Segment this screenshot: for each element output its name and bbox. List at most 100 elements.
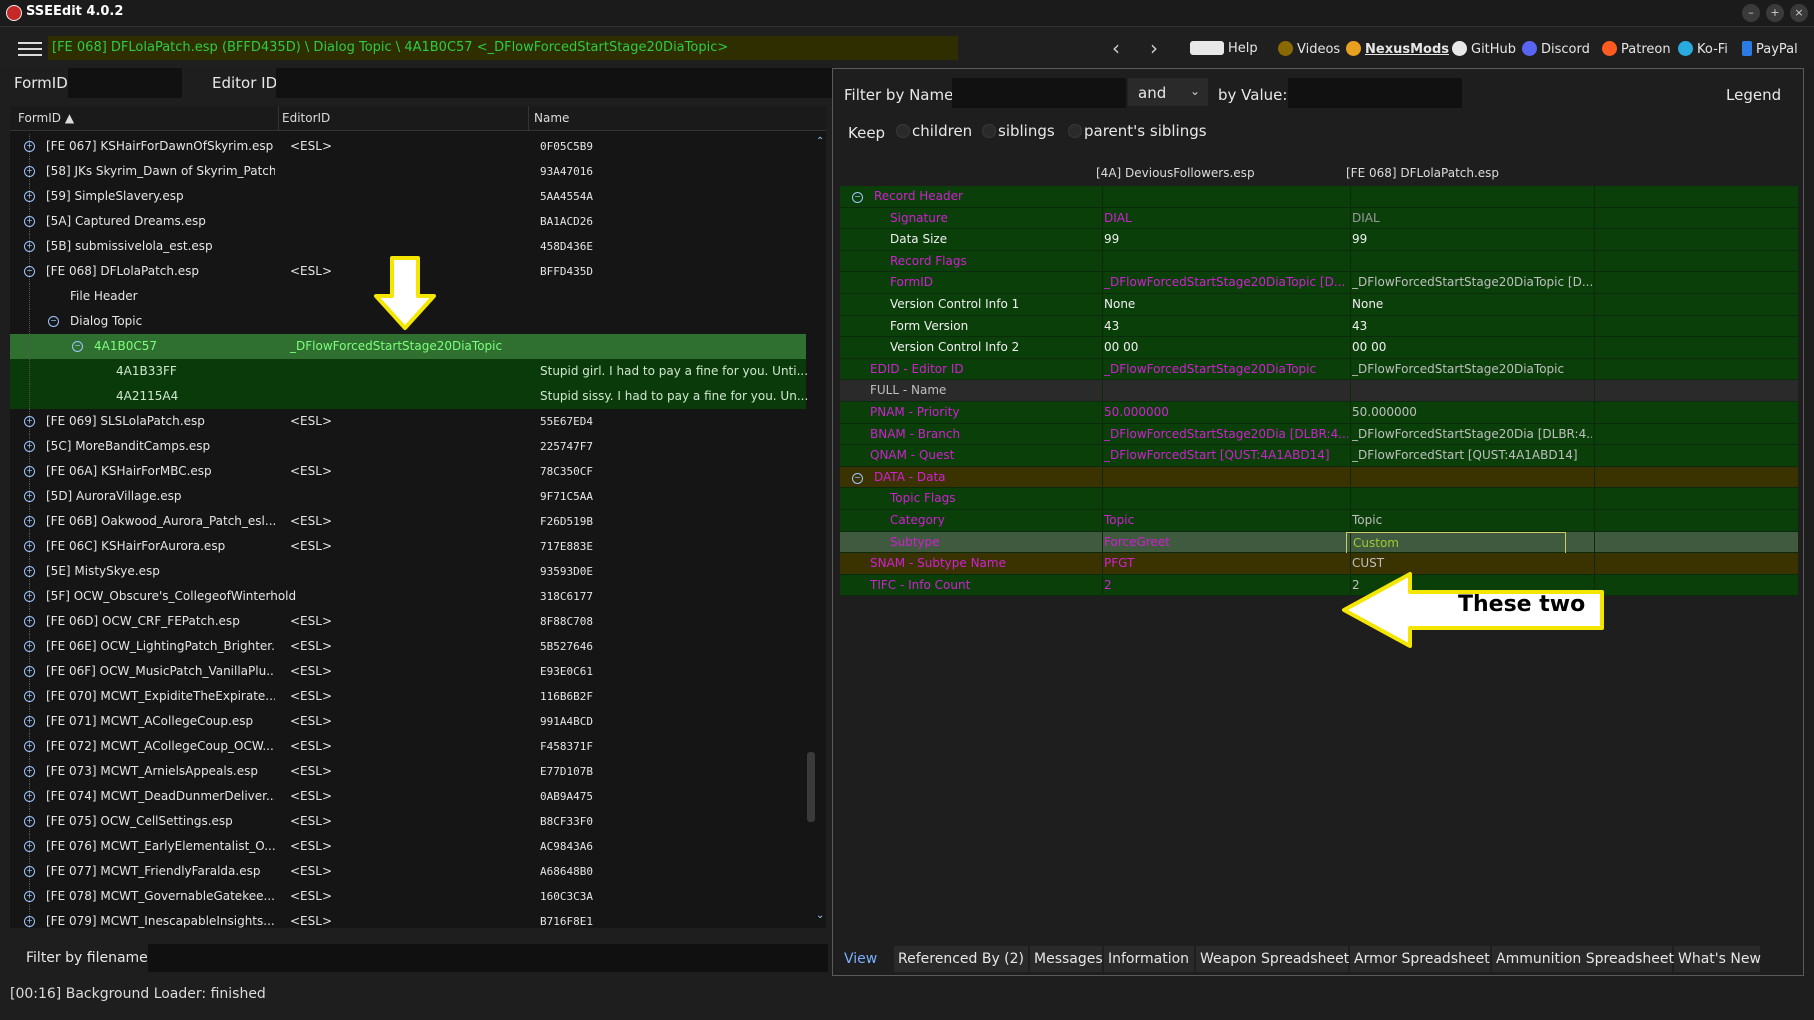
col-name-header[interactable]: Name — [534, 111, 569, 125]
tab-whats-new[interactable]: What's New — [1674, 946, 1761, 972]
tree-row-selected[interactable]: −4A1B0C57 _DFlowForcedStartStage20DiaTopi… — [10, 334, 806, 359]
tab-messages[interactable]: Messages — [1030, 946, 1103, 972]
minimize-button[interactable]: – — [1742, 4, 1760, 22]
tree-row[interactable]: + [FE 070] MCWT_ExpiditeTheExpirate.... <E… — [10, 684, 806, 709]
expand-icon[interactable]: + — [24, 166, 35, 177]
record-row[interactable]: Version Control Info 1 None None — [840, 294, 1798, 316]
record-grid[interactable]: [4A] DeviousFollowers.esp [FE 068] DFLol… — [840, 160, 1798, 942]
record-row[interactable]: SNAM - Subtype Name PFGT CUST — [840, 553, 1798, 575]
help-link[interactable]: Help — [1190, 41, 1258, 56]
hamburger-menu-icon[interactable] — [18, 42, 42, 58]
record-row[interactable]: Category Topic Topic — [840, 510, 1798, 532]
patreon-link[interactable]: Patreon — [1602, 41, 1671, 57]
tree-row[interactable]: + [FE 06B] Oakwood_Aurora_Patch_esl... <ES… — [10, 509, 806, 534]
tree-row[interactable]: + [FE 06E] OCW_LightingPatch_Brighter... <… — [10, 634, 806, 659]
tree-row[interactable]: + [5E] MistySkye.esp 93593D0E — [10, 559, 806, 584]
collapse-icon[interactable]: − — [48, 316, 59, 327]
expand-icon[interactable]: + — [24, 591, 35, 602]
col-dflolapatch-header[interactable]: [FE 068] DFLolaPatch.esp — [1346, 166, 1499, 180]
record-row[interactable]: Record Flags — [840, 250, 1798, 273]
tab-armor-spreadsheet[interactable]: Armor Spreadsheet — [1350, 946, 1490, 972]
editorid-input[interactable] — [276, 68, 834, 98]
expand-icon[interactable]: + — [24, 616, 35, 627]
legend-button[interactable]: Legend — [1726, 86, 1781, 104]
expand-icon[interactable]: + — [24, 841, 35, 852]
back-arrow-icon[interactable]: ‹ — [1112, 36, 1120, 60]
tree-row[interactable]: + [FE 067] KSHairForDawnOfSkyrim.esp <ESL>… — [10, 134, 806, 159]
tree-row[interactable]: + [5C] MoreBanditCamps.esp 225747F7 — [10, 434, 806, 459]
tree-row[interactable]: + [FE 071] MCWT_ACollegeCoup.esp <ESL> 991A… — [10, 709, 806, 734]
expand-icon[interactable]: + — [24, 541, 35, 552]
filter-by-name-input[interactable] — [952, 78, 1126, 108]
scroll-down-icon[interactable]: ⌄ — [816, 910, 824, 921]
expand-icon[interactable]: + — [24, 641, 35, 652]
tree-row[interactable]: + [FE 078] MCWT_GovernableGatekee... <ESL>… — [10, 884, 806, 909]
expand-icon[interactable]: + — [24, 766, 35, 777]
expand-icon[interactable]: + — [24, 791, 35, 802]
tree-row[interactable]: + [FE 06D] OCW_CRF_FEPatch.esp <ESL> 8F88C7… — [10, 609, 806, 634]
record-row[interactable]: QNAM - Quest _DFlowForcedStart [QUST:4A1A… — [840, 445, 1798, 467]
record-row[interactable]: EDID - Editor ID _DFlowForcedStartStage20… — [840, 358, 1798, 381]
collapse-icon[interactable]: − — [852, 472, 863, 484]
formid-input[interactable] — [68, 68, 182, 98]
tab-ammunition-spreadsheet[interactable]: Ammunition Spreadsheet — [1492, 946, 1674, 972]
tab-referenced-by[interactable]: Referenced By (2) — [894, 946, 1028, 972]
record-row[interactable]: Version Control Info 2 00 00 00 00 — [840, 337, 1798, 359]
tree-row[interactable]: + [FE 069] SLSLolaPatch.esp <ESL> 55E67ED4 — [10, 409, 806, 434]
col-deviousfollowers-header[interactable]: [4A] DeviousFollowers.esp — [1096, 166, 1255, 180]
expand-icon[interactable]: + — [24, 741, 35, 752]
col-editorid-header[interactable]: EditorID — [282, 111, 330, 125]
tree-row[interactable]: + [FE 072] MCWT_ACollegeCoup_OCW... <ESL> F… — [10, 734, 806, 759]
tree-row[interactable]: + [FE 06F] OCW_MusicPatch_VanillaPlu... <E… — [10, 659, 806, 684]
expand-icon[interactable]: + — [24, 441, 35, 452]
expand-icon[interactable]: + — [24, 491, 35, 502]
keep-parents-siblings-checkbox[interactable] — [1068, 124, 1082, 138]
keep-children-checkbox[interactable] — [896, 124, 910, 138]
tab-view[interactable]: View — [840, 946, 892, 972]
tree-row[interactable]: + [FE 074] MCWT_DeadDunmerDeliver... <ESL>… — [10, 784, 806, 809]
discord-link[interactable]: Discord — [1522, 41, 1590, 57]
record-row[interactable]: Data Size 99 99 — [840, 229, 1798, 251]
tree-row[interactable]: + [FE 075] OCW_CellSettings.esp <ESL> B8CF3… — [10, 809, 806, 834]
plugin-tree[interactable]: FormID ▲ EditorID Name + [FE 067] KSHairF… — [10, 106, 826, 928]
expand-icon[interactable]: + — [24, 916, 35, 927]
tree-row[interactable]: + [FE 076] MCWT_EarlyElementalist_O... <ES… — [10, 834, 806, 859]
record-row[interactable]: Subtype ForceGreet Custom — [840, 531, 1798, 556]
record-row[interactable]: FULL - Name — [840, 380, 1798, 402]
tree-row[interactable]: + [59] SimpleSlavery.esp 5AA4554A — [10, 184, 806, 209]
expand-icon[interactable]: + — [24, 241, 35, 252]
expand-icon[interactable]: + — [24, 666, 35, 677]
maximize-button[interactable]: + — [1766, 4, 1784, 22]
tree-row[interactable]: + [5A] Captured Dreams.esp BA1ACD26 — [10, 209, 806, 234]
paypal-link[interactable]: PayPal — [1742, 41, 1798, 57]
github-link[interactable]: GitHub — [1452, 41, 1516, 57]
tree-row[interactable]: 4A1B33FF Stupid girl. I had to pay a fine… — [10, 359, 808, 384]
expand-icon[interactable]: + — [24, 191, 35, 202]
expand-icon[interactable]: + — [24, 566, 35, 577]
col-formid-header[interactable]: FormID ▲ — [18, 111, 74, 125]
record-row[interactable]: PNAM - Priority 50.000000 50.000000 — [840, 402, 1798, 424]
by-value-input[interactable] — [1288, 78, 1462, 108]
record-row[interactable]: Signature DIAL DIAL — [840, 207, 1798, 230]
tree-row[interactable]: + [FE 06A] KSHairForMBC.esp <ESL> 78C350CF — [10, 459, 806, 484]
tree-row[interactable]: + [5D] AuroraVillage.esp 9F71C5AA — [10, 484, 806, 509]
videos-link[interactable]: Videos — [1278, 41, 1340, 57]
tab-weapon-spreadsheet[interactable]: Weapon Spreadsheet — [1196, 946, 1349, 972]
tree-row[interactable]: 4A2115A4 Stupid sissy. I had to pay a fin… — [10, 384, 808, 409]
tree-scrollbar-thumb[interactable] — [807, 752, 815, 822]
tab-information[interactable]: Information — [1104, 946, 1194, 972]
record-row[interactable]: BNAM - Branch _DFlowForcedStartStage20Dia… — [840, 423, 1798, 446]
record-row[interactable]: Topic Flags — [840, 488, 1798, 510]
nexusmods-link[interactable]: NexusMods — [1346, 41, 1449, 57]
collapse-icon[interactable]: − — [72, 341, 83, 352]
record-row[interactable]: − Record Header — [840, 186, 1798, 208]
scroll-up-icon[interactable]: ⌃ — [816, 136, 824, 147]
tree-row[interactable]: + [FE 079] MCWT_InescapableInsights.... <E… — [10, 909, 806, 928]
expand-icon[interactable]: + — [24, 866, 35, 877]
tree-row[interactable]: + [FE 06C] KSHairForAurora.esp <ESL> 717E88… — [10, 534, 806, 559]
record-row[interactable]: FormID _DFlowForcedStartStage20DiaTopic [… — [840, 272, 1798, 294]
collapse-icon[interactable]: − — [24, 266, 35, 277]
kofi-link[interactable]: Ko-Fi — [1678, 41, 1728, 57]
tree-row[interactable]: + [58] JKs Skyrim_Dawn of Skyrim_Patch.es… — [10, 159, 806, 184]
expand-icon[interactable]: + — [24, 516, 35, 527]
